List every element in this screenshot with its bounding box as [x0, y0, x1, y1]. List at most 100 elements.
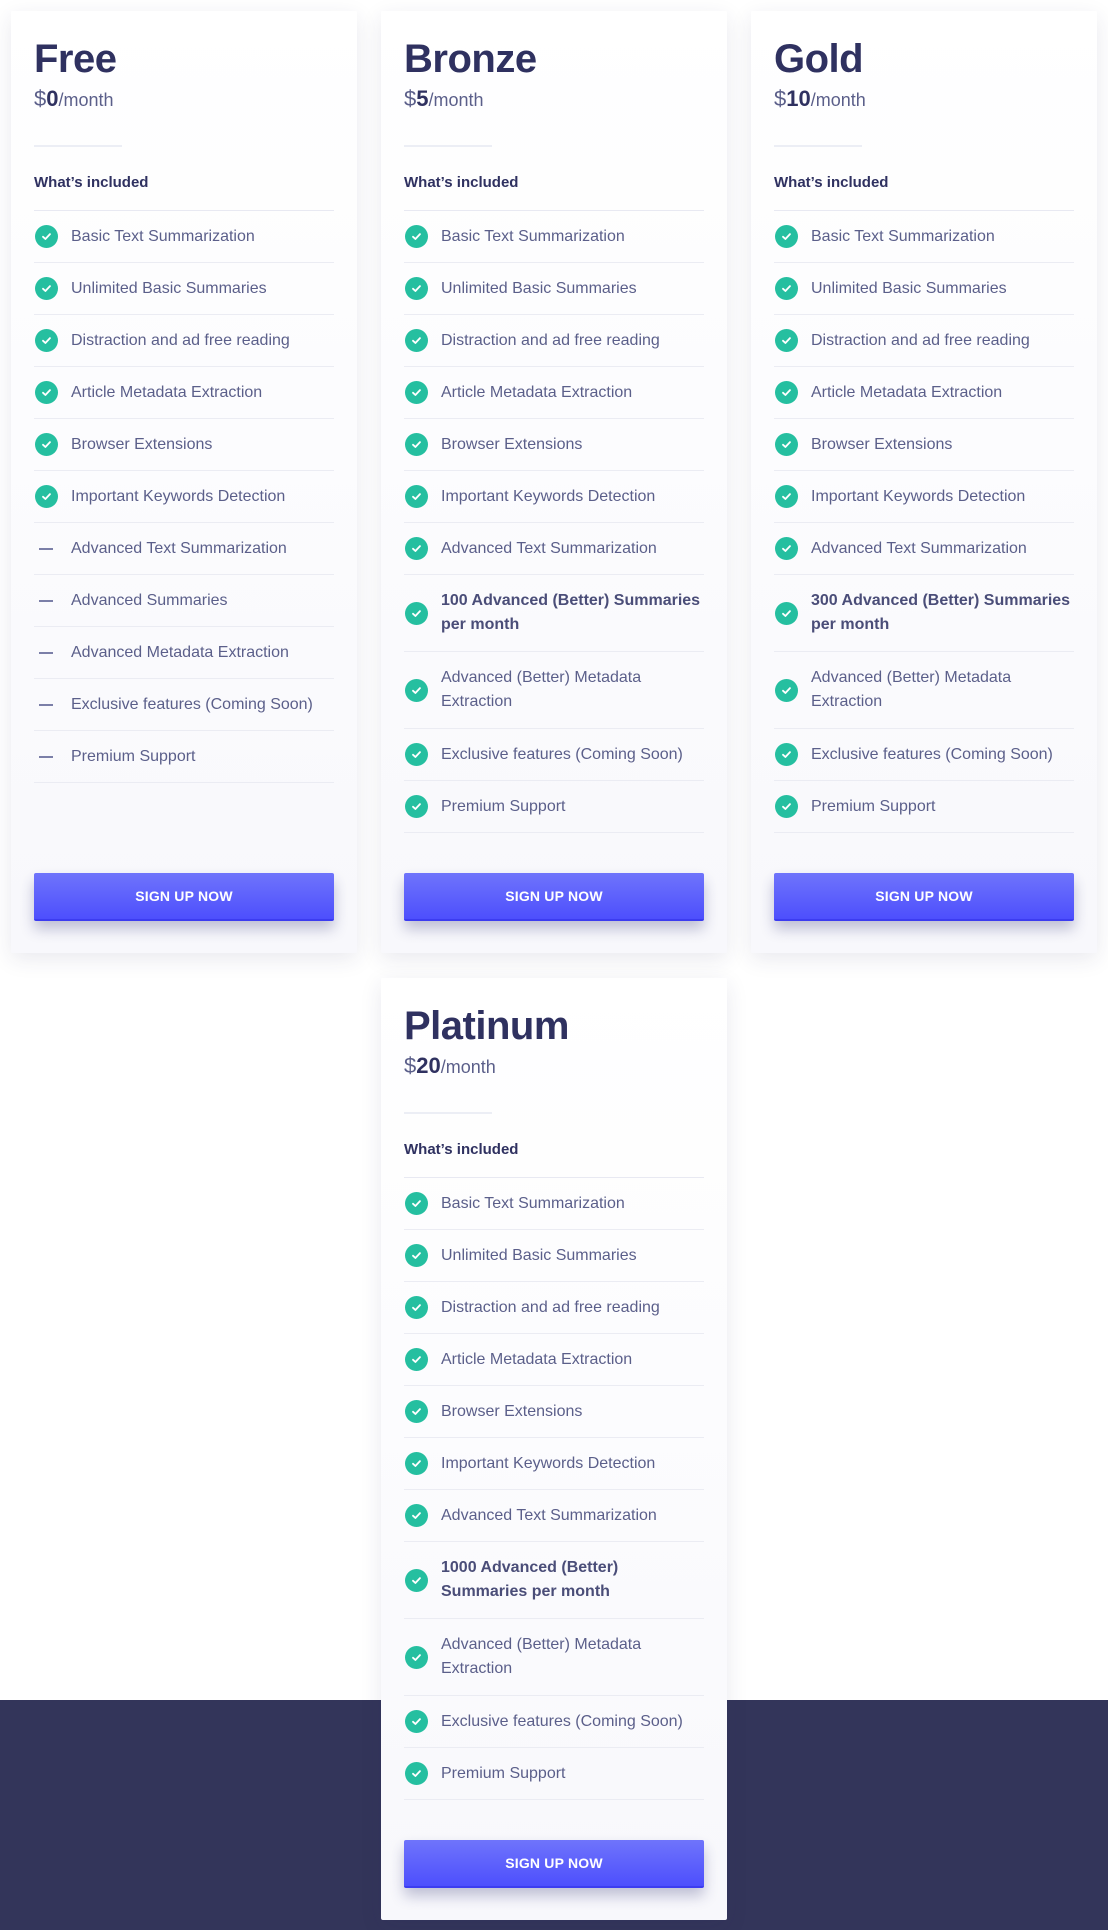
- feature-item: Exclusive features (Coming Soon): [404, 729, 704, 781]
- check-icon: [404, 277, 428, 301]
- feature-item: Premium Support: [774, 781, 1074, 833]
- feature-item: Advanced Text Summarization: [774, 523, 1074, 575]
- check-circle: [774, 381, 798, 404]
- feature-text: Advanced Summaries: [71, 591, 228, 609]
- check-icon: [774, 329, 798, 353]
- divider: [404, 1112, 492, 1114]
- feature-item: Browser Extensions: [404, 1386, 704, 1438]
- plan-name: Bronze: [404, 37, 537, 81]
- feature-item: Basic Text Summarization: [404, 1178, 704, 1230]
- check-circle: [404, 601, 428, 625]
- plan-name: Gold: [774, 37, 864, 81]
- check-icon: [774, 537, 798, 561]
- feature-text: Premium Support: [441, 797, 566, 815]
- feature-item: Advanced Text Summarization: [404, 523, 704, 575]
- check-circle: [404, 1348, 428, 1371]
- check-icon: [404, 329, 428, 353]
- feature-item: Article Metadata Extraction: [34, 367, 334, 419]
- feature-item: Browser Extensions: [404, 419, 704, 471]
- dash-mark: [39, 547, 53, 550]
- feature-item: Article Metadata Extraction: [404, 367, 704, 419]
- feature-item: Exclusive features (Coming Soon): [774, 729, 1074, 781]
- feature-text: Distraction and ad free reading: [441, 331, 660, 349]
- check-circle: [34, 329, 58, 352]
- feature-text: Important Keywords Detection: [441, 487, 656, 505]
- check-circle: [774, 601, 798, 625]
- check-icon: [404, 678, 428, 702]
- check-circle: [404, 743, 428, 766]
- feature-text: Exclusive features (Coming Soon): [811, 745, 1053, 763]
- check-icon: [404, 1504, 428, 1528]
- feature-text: Unlimited Basic Summaries: [71, 279, 267, 297]
- check-icon: [404, 1568, 428, 1592]
- check-circle: [404, 537, 428, 560]
- check-icon: [774, 678, 798, 702]
- plan-price: $10/month: [774, 86, 1074, 113]
- check-circle: [404, 1568, 428, 1592]
- included-heading: What’s included: [774, 174, 889, 191]
- divider: [34, 145, 122, 147]
- feature-text: Article Metadata Extraction: [441, 383, 633, 401]
- check-icon: [34, 433, 58, 457]
- check-icon: [774, 601, 798, 625]
- feature-text: Advanced (Better) Metadata Extraction: [441, 1636, 642, 1677]
- check-icon: [34, 225, 58, 249]
- feature-text: Browser Extensions: [71, 435, 213, 453]
- feature-text: Advanced Text Summarization: [441, 539, 657, 557]
- feature-text: Basic Text Summarization: [441, 227, 625, 245]
- check-icon: [34, 329, 58, 353]
- feature-item: Premium Support: [404, 781, 704, 833]
- check-icon: [404, 381, 428, 405]
- check-circle: [774, 277, 798, 300]
- check-icon: [404, 795, 428, 819]
- included-heading: What’s included: [404, 174, 519, 191]
- sign-up-button[interactable]: SIGN UP NOW: [774, 873, 1074, 921]
- check-circle: [404, 1296, 428, 1319]
- dash-icon: [34, 537, 58, 561]
- feature-text: Exclusive features (Coming Soon): [71, 695, 313, 713]
- feature-item: Article Metadata Extraction: [404, 1334, 704, 1386]
- feature-text: Distraction and ad free reading: [441, 1298, 660, 1316]
- feature-item: Important Keywords Detection: [404, 471, 704, 523]
- sign-up-button[interactable]: SIGN UP NOW: [404, 1840, 704, 1888]
- feature-item: Premium Support: [404, 1748, 704, 1800]
- feature-text: Unlimited Basic Summaries: [441, 1246, 637, 1264]
- feature-text: Advanced (Better) Metadata Extraction: [441, 669, 642, 710]
- feature-text: 1000 Advanced (Better) Summaries per mon…: [441, 1559, 619, 1600]
- divider: [404, 145, 492, 147]
- check-circle: [774, 795, 798, 818]
- feature-item: Distraction and ad free reading: [404, 315, 704, 367]
- check-icon: [404, 1710, 428, 1734]
- dash-icon: [34, 589, 58, 613]
- feature-list: Basic Text Summarization Unlimited Basic …: [774, 210, 1074, 833]
- check-circle: [34, 225, 58, 248]
- check-icon: [404, 1348, 428, 1372]
- price-currency: $: [34, 86, 47, 111]
- feature-text: Premium Support: [811, 797, 936, 815]
- pricing-card-bronze: Bronze $5/month What’s included Basic Te…: [381, 11, 727, 953]
- feature-item: 1000 Advanced (Better) Summaries per mon…: [404, 1542, 704, 1619]
- check-circle: [404, 1244, 428, 1267]
- price-period: /month: [58, 90, 114, 110]
- feature-item: Premium Support: [34, 731, 334, 783]
- check-circle: [404, 1400, 428, 1423]
- feature-text: Advanced Text Summarization: [71, 539, 287, 557]
- feature-text: Important Keywords Detection: [441, 1454, 656, 1472]
- sign-up-button[interactable]: SIGN UP NOW: [404, 873, 704, 921]
- pricing-card-gold: Gold $10/month What’s included Basic Tex…: [751, 11, 1097, 953]
- check-icon: [404, 225, 428, 249]
- sign-up-button[interactable]: SIGN UP NOW: [34, 873, 334, 921]
- included-heading: What’s included: [34, 174, 149, 191]
- check-icon: [34, 277, 58, 301]
- check-icon: [404, 1296, 428, 1320]
- feature-text: Exclusive features (Coming Soon): [441, 1712, 683, 1730]
- check-icon: [404, 601, 428, 625]
- included-heading: What’s included: [404, 1141, 519, 1158]
- check-circle: [404, 277, 428, 300]
- dash-icon: [34, 641, 58, 665]
- feature-text: Basic Text Summarization: [71, 227, 255, 245]
- feature-item: Unlimited Basic Summaries: [34, 263, 334, 315]
- feature-item: Unlimited Basic Summaries: [774, 263, 1074, 315]
- check-circle: [774, 433, 798, 456]
- price-currency: $: [774, 86, 787, 111]
